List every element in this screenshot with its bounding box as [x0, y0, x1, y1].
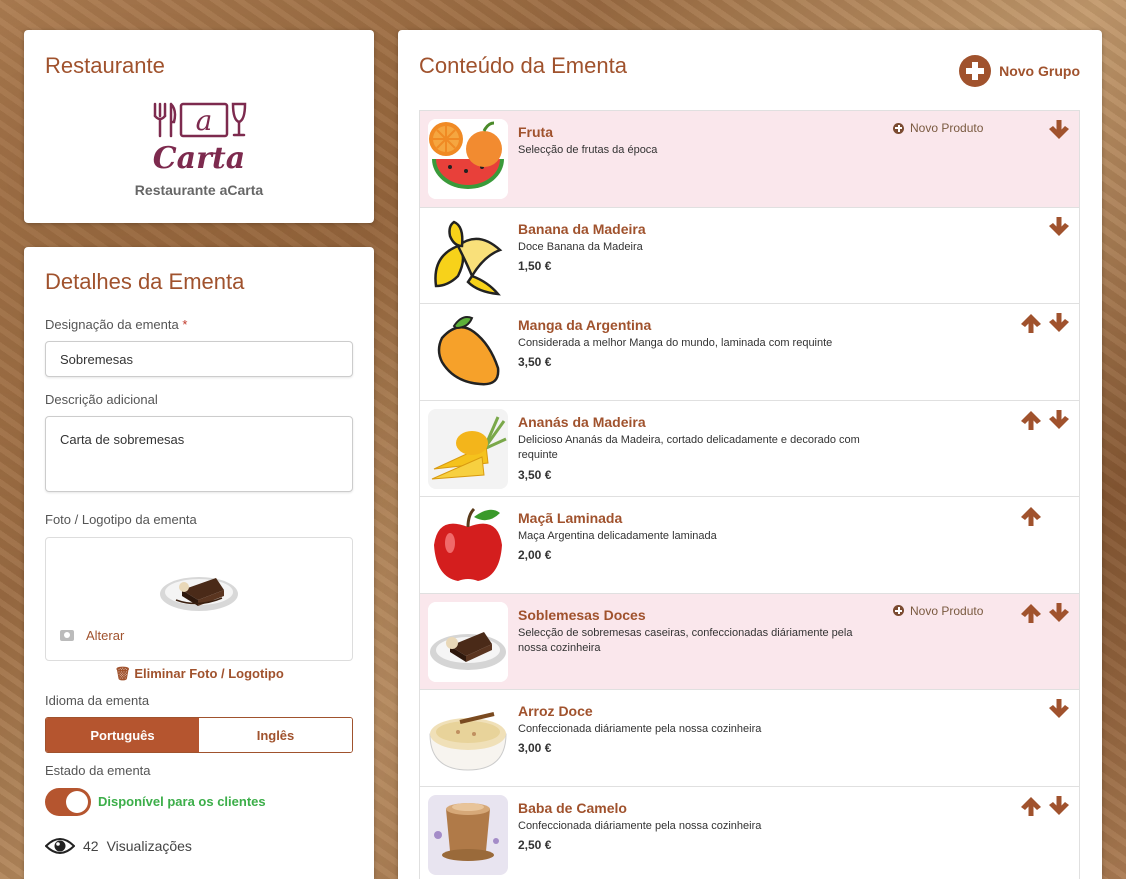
required-mark: *: [182, 317, 188, 332]
views-label: Visualizações: [106, 838, 192, 854]
plus-circle-icon: [893, 605, 904, 616]
reorder-controls: [1020, 505, 1042, 532]
item-price: 2,50 €: [518, 837, 552, 852]
move-down-arrow-icon[interactable]: [1048, 409, 1070, 436]
reorder-controls: [1020, 312, 1070, 339]
restaurant-heading: Restaurante: [45, 53, 165, 78]
item-price: 3,50 €: [518, 355, 552, 369]
item-price: 1,50 €: [518, 258, 552, 273]
item-price: 3,50 €: [518, 467, 552, 482]
change-photo-button[interactable]: Alterar: [60, 628, 124, 643]
item-description: Doce Banana da Madeira: [518, 240, 643, 253]
plus-circle-icon: [959, 55, 992, 87]
reorder-controls: [1020, 795, 1070, 822]
apple-icon: [428, 505, 508, 585]
description-textarea[interactable]: Carta de sobremesas: [45, 416, 353, 492]
menu-product-row[interactable]: Maçã Laminada Maça Argentina delicadament…: [420, 497, 1079, 594]
item-title[interactable]: Arroz Doce: [518, 703, 593, 719]
menu-group-row[interactable]: Soblemesas Doces Selecção de sobremesas c…: [420, 593, 1079, 690]
move-down-arrow-icon[interactable]: [1048, 312, 1070, 339]
move-down-arrow-icon[interactable]: [1048, 698, 1070, 725]
new-product-button[interactable]: Novo Produto: [893, 121, 983, 135]
reorder-controls: [1048, 698, 1070, 725]
menu-product-row[interactable]: Arroz Doce Confeccionada diáriamente pela…: [420, 690, 1079, 787]
designation-input[interactable]: Sobremesas: [45, 341, 353, 377]
svg-text:Carta: Carta: [153, 141, 245, 172]
language-switch: Português Inglês: [45, 717, 353, 753]
menu-items-list: Fruta Selecção de frutas da época Novo Pro…: [419, 110, 1080, 879]
reorder-controls: [1048, 216, 1070, 243]
photo-dropzone[interactable]: Alterar: [45, 537, 353, 661]
views-count: 42: [83, 838, 99, 854]
menu-details-card: Detalhes da Ementa Designação da ementa …: [24, 247, 374, 879]
menu-heading: Conteúdo da Ementa: [419, 53, 627, 78]
cake-photo: [160, 577, 238, 611]
camera-icon: [60, 630, 74, 641]
pineapple-icon: [428, 408, 508, 489]
move-down-arrow-icon[interactable]: [1048, 119, 1070, 146]
item-description: Confeccionada diáriamente pela nossa coz…: [518, 819, 762, 832]
cake-icon: [428, 601, 508, 682]
fruit-icon: [428, 119, 508, 199]
item-description: Delicioso Ananás da Madeira, cortado del…: [518, 433, 860, 461]
item-title[interactable]: Soblemesas Doces: [518, 607, 646, 623]
rice-pudding-icon: [428, 698, 508, 778]
item-price: 2,00 €: [518, 548, 552, 562]
move-down-arrow-icon[interactable]: [1048, 602, 1070, 629]
move-up-arrow-icon[interactable]: [1020, 795, 1042, 822]
new-product-button[interactable]: Novo Produto: [893, 604, 983, 618]
language-option-english[interactable]: Inglês: [199, 718, 352, 752]
mousse-icon: [428, 794, 508, 875]
mango-icon: [428, 312, 508, 392]
plus-circle-icon: [893, 122, 904, 134]
designation-label: Designação da ementa *: [45, 317, 188, 332]
new-group-button[interactable]: Novo Grupo: [959, 55, 1080, 87]
details-heading: Detalhes da Ementa: [45, 269, 245, 294]
state-label: Estado da ementa: [45, 763, 151, 778]
item-price: 3,00 €: [518, 741, 552, 755]
reorder-controls: [1020, 602, 1070, 629]
menu-group-row[interactable]: Fruta Selecção de frutas da época Novo Pro…: [420, 111, 1079, 208]
menu-product-row[interactable]: Manga da Argentina Considerada a melhor M…: [420, 304, 1079, 401]
svg-text:a: a: [196, 104, 213, 137]
item-title[interactable]: Maçã Laminada: [518, 510, 622, 526]
availability-label: Disponível para os clientes: [98, 794, 266, 809]
item-description: Selecção de frutas da época: [518, 144, 658, 156]
availability-toggle[interactable]: [45, 788, 91, 816]
item-title[interactable]: Ananás da Madeira: [518, 414, 646, 430]
item-title[interactable]: Fruta: [518, 124, 553, 140]
reorder-controls: [1020, 409, 1070, 436]
menu-product-row[interactable]: Baba de Camelo Confeccionada diáriamente …: [420, 786, 1079, 879]
item-description: Considerada a melhor Manga do mundo, lam…: [518, 337, 833, 349]
item-title[interactable]: Banana da Madeira: [518, 221, 646, 237]
move-down-arrow-icon[interactable]: [1048, 795, 1070, 822]
banana-icon: [428, 215, 508, 296]
restaurant-name: Restaurante aCarta: [134, 182, 264, 198]
move-up-arrow-icon[interactable]: [1020, 409, 1042, 436]
move-up-arrow-icon[interactable]: [1020, 602, 1042, 629]
item-description: Maça Argentina delicadamente laminada: [518, 530, 717, 542]
item-title[interactable]: Baba de Camelo: [518, 800, 627, 816]
eye-icon: [45, 838, 75, 854]
description-label: Descrição adicional: [45, 392, 158, 407]
delete-photo-button[interactable]: 🗑 Eliminar Foto / Logotipo: [24, 666, 374, 682]
photo-label: Foto / Logotipo da ementa: [45, 512, 197, 527]
restaurant-logo: a Carta: [153, 102, 247, 172]
menu-product-row[interactable]: Ananás da Madeira Delicioso Ananás da Mad…: [420, 400, 1079, 497]
item-title[interactable]: Manga da Argentina: [518, 317, 651, 333]
language-option-portuguese[interactable]: Português: [46, 718, 199, 752]
move-up-arrow-icon[interactable]: [1020, 312, 1042, 339]
language-label: Idioma da ementa: [45, 693, 150, 708]
move-up-arrow-icon[interactable]: [1020, 505, 1042, 532]
reorder-controls: [1048, 119, 1070, 146]
views-counter: 42 Visualizações: [45, 836, 192, 856]
menu-product-row[interactable]: Banana da Madeira Doce Banana da Madeira 1…: [420, 207, 1079, 304]
item-description: Selecção de sobremesas caseiras, confecc…: [518, 626, 853, 654]
menu-content-card: Conteúdo da Ementa Novo Grupo Fruta Selec…: [398, 30, 1102, 879]
move-down-arrow-icon[interactable]: [1048, 216, 1070, 243]
restaurant-card: Restaurante a Carta Restaurante aCarta: [24, 30, 374, 223]
trash-icon: 🗑: [114, 666, 131, 681]
item-description: Confeccionada diáriamente pela nossa coz…: [518, 723, 762, 735]
